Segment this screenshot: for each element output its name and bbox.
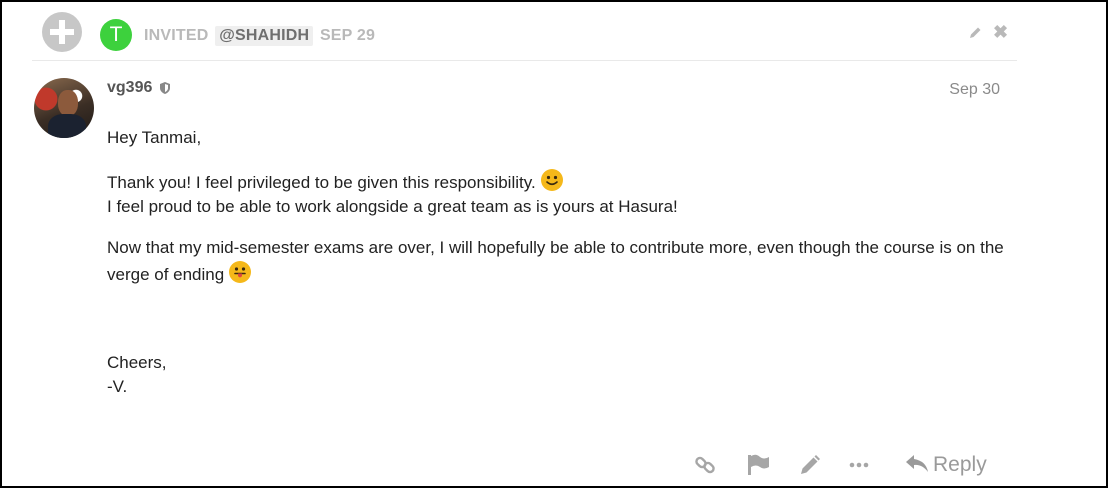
invited-description: INVITED @SHAHIDH SEP 29 xyxy=(144,26,375,46)
avatar[interactable] xyxy=(34,78,94,138)
post-controls: Reply xyxy=(2,442,1106,486)
invitee-avatar[interactable]: T xyxy=(100,19,132,51)
reply-icon xyxy=(906,455,928,472)
invited-user-mention[interactable]: @SHAHIDH xyxy=(215,26,314,46)
action-row-tools: ✖ xyxy=(957,22,1017,44)
more-icon[interactable] xyxy=(848,454,870,476)
post-paragraph-thanks: Thank you! I feel privileged to be given… xyxy=(107,168,564,195)
post-paragraph-proud: I feel proud to be able to work alongsid… xyxy=(107,197,678,216)
avatar-shirt xyxy=(48,114,86,138)
avatar-face xyxy=(58,90,78,116)
link-icon[interactable] xyxy=(694,454,716,476)
post-greeting: Hey Tanmai, xyxy=(107,128,202,147)
post-username[interactable]: vg396 xyxy=(107,79,152,97)
smile-emoji-icon xyxy=(540,169,563,191)
post-closing: Cheers, xyxy=(107,353,167,372)
post-date[interactable]: Sep 30 xyxy=(949,81,1000,99)
pencil-icon[interactable] xyxy=(799,454,821,476)
post-frame: T INVITED @SHAHIDH SEP 29 ✖ vg396 Sep 30… xyxy=(0,0,1108,488)
post-signature: -V. xyxy=(107,377,128,396)
shield-icon xyxy=(160,82,170,94)
close-icon[interactable]: ✖ xyxy=(993,22,1008,42)
plus-icon xyxy=(42,12,82,52)
invited-label: INVITED xyxy=(144,27,209,44)
invited-date: SEP 29 xyxy=(319,27,376,44)
pencil-icon[interactable] xyxy=(967,24,983,42)
reply-button[interactable]: Reply xyxy=(905,452,987,478)
invited-action-row: T INVITED @SHAHIDH SEP 29 ✖ xyxy=(32,2,1017,61)
post-thanks-text: Thank you! I feel privileged to be given… xyxy=(107,173,536,192)
post-paragraph-exams: Now that my mid-semester exams are over,… xyxy=(107,236,1007,287)
tongue-emoji-icon xyxy=(229,261,252,283)
reply-label: Reply xyxy=(933,453,987,476)
flag-icon[interactable] xyxy=(747,454,771,476)
